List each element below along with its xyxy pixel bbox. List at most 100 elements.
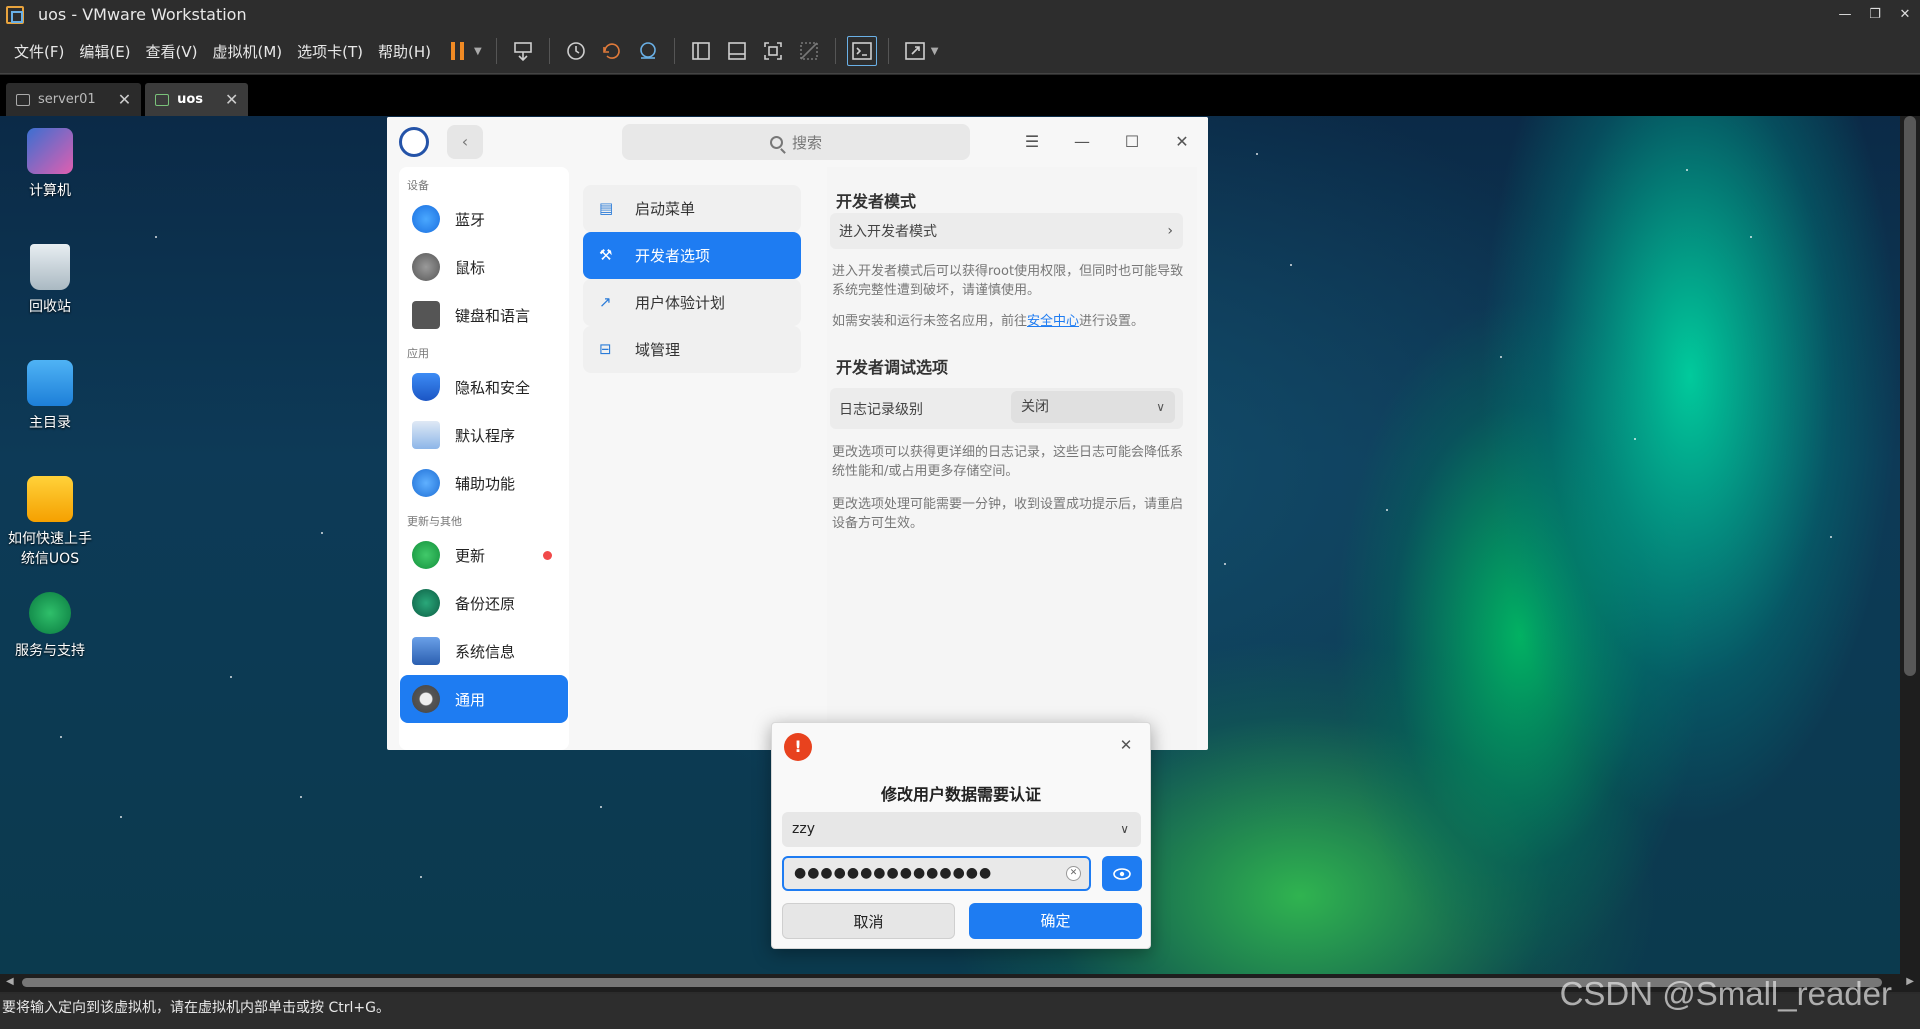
menu-help[interactable]: 帮助(H)	[372, 41, 437, 62]
system-info-icon	[412, 637, 440, 665]
sidebar-item-general[interactable]: 通用	[400, 675, 568, 723]
restore-icon[interactable]: ❐	[1860, 0, 1890, 29]
enter-dev-mode-row[interactable]: 进入开发者模式 ›	[830, 213, 1183, 249]
close-icon[interactable]: ✕	[1114, 733, 1138, 757]
boot-menu-icon: ▤	[599, 198, 614, 217]
sidebar-item-label: 鼠标	[455, 258, 486, 277]
enter-dev-mode-label: 进入开发者模式	[839, 224, 937, 240]
username-value: zzy	[792, 821, 815, 837]
star	[155, 236, 157, 238]
desktop-icon-trash[interactable]: 回收站	[4, 244, 96, 316]
toolbar-divider	[548, 38, 550, 64]
maximize-icon[interactable]: ☐	[1107, 117, 1157, 167]
back-button[interactable]: ‹	[447, 125, 483, 159]
vertical-scrollbar[interactable]	[1900, 116, 1920, 974]
subnav-domain[interactable]: ⊟ 域管理	[583, 326, 801, 373]
sidebar-item-privacy[interactable]: 隐私和安全	[400, 363, 568, 411]
star	[60, 736, 62, 738]
stretch-view-icon[interactable]	[900, 36, 930, 66]
star	[120, 816, 122, 818]
close-tab-icon[interactable]: ✕	[225, 90, 238, 109]
tab-uos[interactable]: uos ✕	[145, 83, 249, 116]
scroll-right-icon[interactable]: ▶	[1906, 976, 1914, 987]
menu-file[interactable]: 文件(F)	[8, 41, 70, 62]
close-tab-icon[interactable]: ✕	[118, 90, 131, 109]
send-ctrl-alt-del-icon[interactable]	[508, 36, 538, 66]
show-password-button[interactable]	[1102, 856, 1142, 891]
menu-icon[interactable]: ☰	[1007, 117, 1057, 167]
snapshot-icon[interactable]	[561, 36, 591, 66]
confirm-button[interactable]: 确定	[969, 903, 1142, 939]
pause-dropdown-icon[interactable]: ▼	[474, 46, 482, 57]
unity-mode-icon[interactable]	[794, 36, 824, 66]
star	[1290, 264, 1292, 266]
username-select[interactable]: zzy ∨	[782, 812, 1141, 847]
settings-search-input[interactable]: 搜索	[622, 124, 970, 160]
dialog-title: 修改用户数据需要认证	[880, 785, 1041, 804]
subnav-boot-menu[interactable]: ▤ 启动菜单	[583, 185, 801, 232]
password-mask: ●●●●●●●●●●●●●●●	[794, 865, 993, 881]
star	[1256, 153, 1258, 155]
tab-label: server01	[38, 92, 96, 107]
console-view-icon[interactable]	[846, 36, 877, 66]
chevron-down-icon: ∨	[1156, 400, 1165, 414]
stretch-dropdown-icon[interactable]: ▼	[931, 46, 939, 57]
log-level-select[interactable]: 关闭 ∨	[1011, 391, 1175, 423]
hint-prefix: 如需安装和运行未签名应用，前往	[832, 314, 1028, 329]
scroll-left-icon[interactable]: ◀	[6, 976, 14, 987]
thumbnail-bar-icon[interactable]	[722, 36, 752, 66]
general-subnav: ▤ 启动菜单 ⚒ 开发者选项 ↗ 用户体验计划 ⊟ 域管理	[583, 167, 805, 750]
vm-icon	[16, 93, 30, 106]
pause-icon[interactable]	[443, 36, 473, 66]
menu-view[interactable]: 查看(V)	[140, 41, 204, 62]
fullscreen-icon[interactable]	[758, 36, 788, 66]
sidebar-item-backup[interactable]: 备份还原	[400, 579, 568, 627]
sidebar-item-label: 更新	[455, 546, 486, 565]
dev-mode-description: 进入开发者模式后可以获得root使用权限，但同时也可能导致系统完整性遭到破坏，请…	[832, 264, 1184, 298]
close-icon[interactable]: ✕	[1890, 0, 1920, 29]
menu-tabs[interactable]: 选项卡(T)	[291, 41, 369, 62]
minimize-icon[interactable]: —	[1830, 0, 1860, 29]
sidebar-item-mouse[interactable]: 鼠标	[400, 243, 568, 291]
desktop-icon-label: 计算机	[29, 183, 71, 199]
desktop-icon-computer[interactable]: 计算机	[4, 128, 96, 200]
toolbar-divider	[887, 38, 889, 64]
menu-vm[interactable]: 虚拟机(M)	[207, 41, 289, 62]
desktop-icon-uos-guide[interactable]: 如何快速上手统信UOS	[4, 476, 96, 568]
subnav-developer[interactable]: ⚒ 开发者选项	[583, 232, 801, 279]
shield-icon	[412, 373, 440, 401]
home-folder-icon	[27, 360, 73, 406]
sidebar-item-accessibility[interactable]: 辅助功能	[400, 459, 568, 507]
desktop-icon-support[interactable]: 服务与支持	[4, 592, 96, 660]
sidebar-item-update[interactable]: 更新	[400, 531, 568, 579]
trash-icon	[30, 244, 70, 290]
password-field[interactable]: ●●●●●●●●●●●●●●● ✕	[782, 856, 1091, 891]
hint-suffix: 进行设置。	[1079, 314, 1145, 329]
star	[1386, 509, 1388, 511]
toolbar-divider	[834, 38, 836, 64]
settings-titlebar: ‹ 搜索 ☰ — ☐ ✕	[387, 117, 1208, 167]
star	[321, 532, 323, 534]
sidebar-item-sysinfo[interactable]: 系统信息	[400, 627, 568, 675]
vmware-menubar: 文件(F) 编辑(E) 查看(V) 虚拟机(M) 选项卡(T) 帮助(H) ▼ …	[0, 29, 1920, 74]
scrollbar-thumb[interactable]	[1904, 116, 1916, 676]
minimize-icon[interactable]: —	[1057, 117, 1107, 167]
sidebar-item-label: 蓝牙	[455, 210, 486, 229]
vmware-logo-icon	[6, 5, 24, 24]
eye-icon	[1113, 867, 1131, 880]
sidebar-item-keyboard[interactable]: 键盘和语言	[400, 291, 568, 339]
domain-icon: ⊟	[599, 339, 612, 358]
menu-edit[interactable]: 编辑(E)	[73, 41, 136, 62]
sidebar-item-default-apps[interactable]: 默认程序	[400, 411, 568, 459]
security-center-link[interactable]: 安全中心	[1027, 314, 1079, 329]
desktop-icon-home[interactable]: 主目录	[4, 360, 96, 432]
snapshot-manager-icon[interactable]	[633, 36, 663, 66]
subnav-ux-plan[interactable]: ↗ 用户体验计划	[583, 279, 801, 326]
tab-server01[interactable]: server01 ✕	[6, 83, 142, 116]
close-icon[interactable]: ✕	[1157, 117, 1207, 167]
show-library-icon[interactable]	[686, 36, 716, 66]
revert-snapshot-icon[interactable]	[597, 36, 627, 66]
cancel-button[interactable]: 取消	[782, 903, 955, 939]
clear-icon[interactable]: ✕	[1066, 866, 1081, 881]
sidebar-item-bluetooth[interactable]: 蓝牙	[400, 195, 568, 243]
